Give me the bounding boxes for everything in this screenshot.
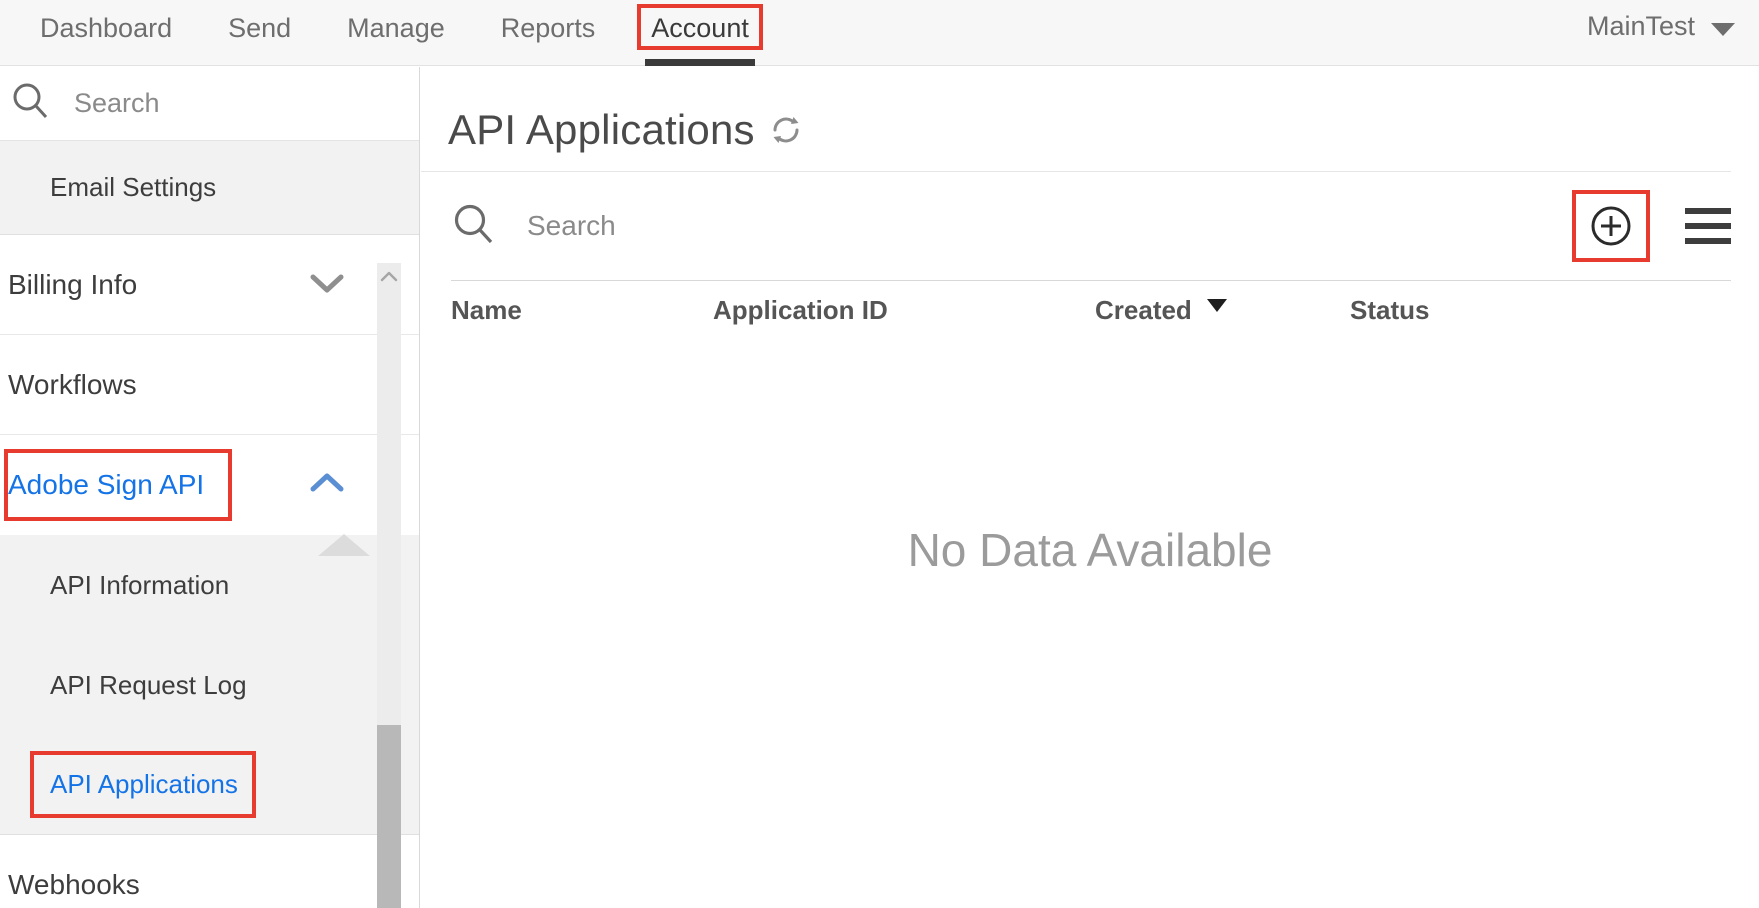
nav-item-label: Manage [347, 13, 445, 43]
nav-item-label: Dashboard [40, 13, 172, 43]
sidebar-item-billing-info[interactable]: Billing Info [0, 235, 419, 335]
sidebar-item-email-settings[interactable]: Email Settings [0, 141, 419, 235]
nav-item-reports[interactable]: Reports [473, 0, 624, 66]
sidebar-item-label: API Information [50, 570, 229, 601]
nav-item-label: Reports [501, 13, 596, 43]
table-toolbar: Search [421, 172, 1731, 280]
column-header-label: Application ID [713, 295, 888, 325]
nav-item-account[interactable]: Account [623, 0, 777, 66]
chevron-down-icon [1711, 23, 1735, 36]
sort-descending-icon [1207, 299, 1227, 312]
submenu-pointer-caret [318, 534, 370, 556]
column-header-status[interactable]: Status [1350, 295, 1550, 326]
sidebar-scrollbar-thumb[interactable] [377, 725, 401, 908]
column-header-label: Created [1095, 295, 1192, 325]
chevron-up-icon [309, 469, 345, 501]
column-header-application-id[interactable]: Application ID [713, 295, 1095, 326]
sidebar-search-input[interactable]: Search [0, 67, 419, 141]
main-content: API Applications Search [421, 67, 1759, 908]
sidebar-item-label: Email Settings [50, 172, 216, 203]
refresh-icon[interactable] [769, 113, 803, 147]
plus-circle-icon [1589, 204, 1633, 248]
sidebar-item-list: Email Settings Billing Info Workflows Ad… [0, 141, 419, 908]
nav-item-label: Send [228, 13, 291, 43]
column-header-label: Status [1350, 295, 1429, 325]
column-header-created[interactable]: Created [1095, 295, 1350, 326]
page-title: API Applications [448, 106, 755, 154]
sidebar-search-placeholder: Search [74, 88, 160, 119]
add-application-button[interactable] [1589, 204, 1633, 248]
chevron-down-icon [309, 269, 345, 301]
search-icon [451, 201, 497, 252]
sidebar-item-label: Webhooks [8, 869, 140, 901]
column-header-name[interactable]: Name [451, 295, 713, 326]
nav-item-dashboard[interactable]: Dashboard [12, 0, 200, 66]
active-tab-underline [645, 59, 755, 66]
table-search-input[interactable]: Search [451, 201, 616, 252]
sidebar-scroll-up-button[interactable] [377, 263, 401, 289]
search-icon [10, 80, 52, 127]
page-header: API Applications [421, 67, 1731, 172]
menu-button[interactable] [1685, 208, 1731, 244]
nav-item-send[interactable]: Send [200, 0, 319, 66]
empty-state-text: No Data Available [908, 523, 1273, 577]
sidebar-item-webhooks[interactable]: Webhooks [0, 835, 419, 908]
sidebar-item-label: Workflows [8, 369, 137, 401]
table-search-placeholder: Search [527, 210, 616, 242]
toolbar-actions [1589, 204, 1731, 248]
top-nav-items: Dashboard Send Manage Reports Account [0, 0, 777, 66]
hamburger-menu-icon [1685, 208, 1731, 244]
nav-item-manage[interactable]: Manage [319, 0, 473, 66]
sidebar-item-label: API Request Log [50, 670, 247, 701]
sidebar-item-adobe-sign-api[interactable]: Adobe Sign API [0, 435, 419, 535]
sidebar-item-workflows[interactable]: Workflows [0, 335, 419, 435]
user-menu[interactable]: MainTest [1587, 11, 1735, 42]
sidebar-item-label: Adobe Sign API [8, 469, 204, 501]
sidebar-item-api-applications[interactable]: API Applications [0, 735, 419, 835]
column-header-label: Name [451, 295, 522, 325]
sidebar: Search Email Settings Billing Info Workf… [0, 67, 420, 908]
user-menu-label: MainTest [1587, 11, 1695, 42]
table-header-row: Name Application ID Created Status [451, 280, 1731, 340]
empty-state-message: No Data Available [421, 340, 1759, 760]
chevron-up-icon [380, 271, 398, 282]
sidebar-item-api-request-log[interactable]: API Request Log [0, 635, 419, 735]
sidebar-item-label: Billing Info [8, 269, 137, 301]
sidebar-item-label: API Applications [50, 769, 238, 800]
nav-item-label: Account [651, 13, 749, 43]
top-navigation-bar: Dashboard Send Manage Reports Account Ma… [0, 0, 1759, 66]
